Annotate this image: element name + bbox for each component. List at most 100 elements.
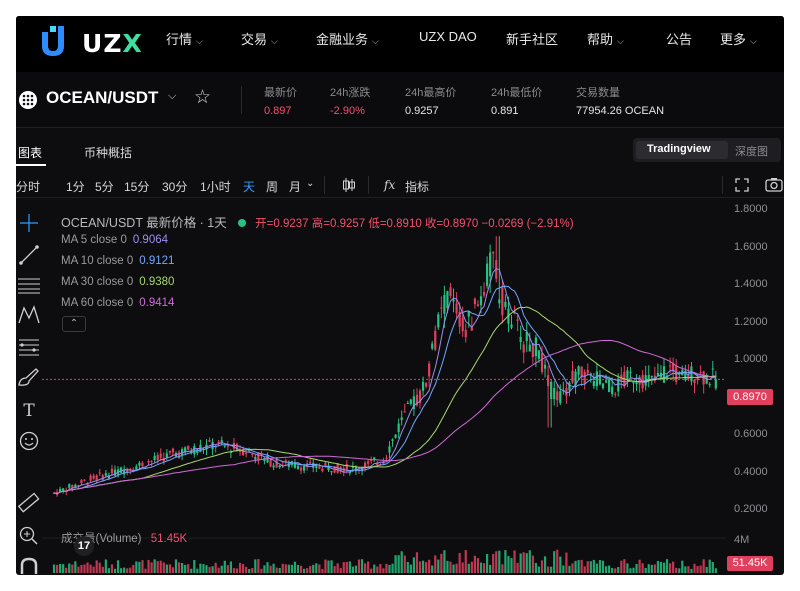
candle-body <box>449 287 452 297</box>
y-axis-tick: 1.2000 <box>734 315 768 328</box>
volume-bar <box>522 552 525 573</box>
candle-body <box>556 391 559 401</box>
candle-body <box>611 386 614 395</box>
volume-bar <box>611 567 614 573</box>
volume-bar <box>397 555 400 573</box>
volume-bar <box>583 566 586 573</box>
candle-body <box>388 446 391 453</box>
volume-bar <box>80 564 83 573</box>
volume-bar <box>193 559 196 573</box>
candle-body <box>595 371 598 387</box>
candle-body <box>553 387 556 400</box>
volume-bar <box>418 561 422 573</box>
nav-item-0[interactable]: 行情 ⌵ <box>166 29 203 48</box>
volume-bar <box>595 563 598 573</box>
candle-body <box>296 465 300 470</box>
current-price-tag: 0.8970 <box>727 389 773 405</box>
interval-button-0[interactable]: 分时 <box>16 178 40 195</box>
volume-bar <box>315 563 318 573</box>
tab-coin-overview[interactable]: 币种概括 <box>84 144 132 161</box>
volume-bar <box>367 561 370 573</box>
candle-body <box>147 461 150 463</box>
nav-item-5[interactable]: 帮助 ⌵ <box>587 29 624 48</box>
nav-item-label: 行情 <box>166 32 193 47</box>
candle-body <box>428 363 431 377</box>
ma-10-line <box>53 285 716 495</box>
nav-item-6[interactable]: 公告 <box>666 29 692 48</box>
fullscreen-icon[interactable] <box>735 178 749 192</box>
candle-body <box>601 383 605 389</box>
candle-body <box>504 301 507 308</box>
candle-body <box>223 445 226 447</box>
candle-body <box>71 484 74 488</box>
nav-item-4[interactable]: 新手社区 <box>506 29 558 48</box>
volume-bar <box>498 550 501 573</box>
candle-body <box>181 449 184 455</box>
nav-item-1[interactable]: 交易 ⌵ <box>241 29 278 48</box>
ma-legend-0: MA 5 close 0 0.9064 <box>61 234 168 246</box>
interval-button-6[interactable]: 天 <box>243 178 255 195</box>
stat-label: 24h涨跌 <box>330 87 371 99</box>
volume-bar <box>238 562 242 573</box>
collapse-legend-chevron-up-icon[interactable]: ⌃ <box>62 316 86 332</box>
tab-chart[interactable]: 图表 <box>18 144 42 161</box>
stat-value: 77954.26 OCEAN <box>576 105 665 117</box>
stat-label: 24h最低价 <box>491 87 543 99</box>
volume-bar <box>641 563 644 573</box>
pair-dropdown-chevron-icon[interactable]: ⌵ <box>168 90 176 103</box>
fx-icon[interactable]: fx <box>384 178 395 192</box>
nav-item-3[interactable]: UZX DAO <box>419 29 477 44</box>
interval-button-8[interactable]: 月 <box>289 178 301 195</box>
ticker-stat-2: 24h最高价 0.9257 <box>405 84 456 117</box>
candle-body <box>604 380 608 383</box>
volume-bar <box>678 568 681 573</box>
interval-dropdown-chevron-icon[interactable]: ⌄ <box>306 178 314 189</box>
candle-body <box>592 381 595 387</box>
volume-bar <box>669 563 672 573</box>
volume-bar <box>711 562 714 573</box>
ticker-stat-0: 最新价 0.897 <box>264 84 297 117</box>
interval-button-4[interactable]: 30分 <box>162 178 187 195</box>
interval-button-3[interactable]: 15分 <box>124 178 149 195</box>
volume-bar <box>199 563 202 573</box>
pair-name[interactable]: OCEAN/USDT <box>46 88 158 108</box>
candle-body <box>193 446 196 455</box>
interval-button-7[interactable]: 周 <box>266 178 278 195</box>
volume-bar <box>473 555 476 573</box>
volume-bar <box>177 562 181 573</box>
uzx-logo[interactable]: UZX <box>38 24 142 62</box>
nav-item-2[interactable]: 金融业务 ⌵ <box>316 29 379 48</box>
view-toggle: Tradingview 深度图 <box>633 138 781 162</box>
volume-bar <box>306 568 309 573</box>
nav-item-7[interactable]: 更多 ⌵ <box>720 29 757 48</box>
volume-bar <box>107 568 110 573</box>
candle-body <box>501 286 504 316</box>
candle-body <box>693 379 696 383</box>
tradingview-toggle[interactable]: Tradingview <box>647 143 711 155</box>
volume-bar <box>458 552 461 573</box>
volume-bar <box>150 562 153 573</box>
volume-bar <box>321 568 324 573</box>
candle-style-icon[interactable] <box>342 177 356 193</box>
candle-body <box>397 423 400 433</box>
volume-bar <box>373 564 376 573</box>
favorite-star-icon[interactable]: ☆ <box>194 86 211 109</box>
candle-body <box>245 453 248 455</box>
chart-title: OCEAN/USDT 最新价格 · 1天 <box>61 216 227 230</box>
volume-bar <box>144 568 147 573</box>
depth-chart-toggle[interactable]: 深度图 <box>735 143 768 159</box>
candle-body <box>394 434 397 438</box>
camera-snapshot-icon[interactable] <box>765 177 783 192</box>
volume-bar <box>272 563 275 573</box>
chevron-down-icon: ⌵ <box>750 36 757 46</box>
nav-item-label: 帮助 <box>587 32 614 47</box>
y-axis-tick: 1.4000 <box>734 278 768 290</box>
chart-title-legend: OCEAN/USDT 最新价格 · 1天 开=0.9237 高=0.9257 低… <box>61 212 574 231</box>
interval-button-5[interactable]: 1小时 <box>200 178 231 195</box>
interval-button-1[interactable]: 1分 <box>66 178 85 195</box>
indicators-button[interactable]: 指标 <box>405 178 429 195</box>
interval-button-2[interactable]: 5分 <box>95 178 114 195</box>
volume-bar <box>59 564 62 573</box>
volume-bar <box>245 566 248 573</box>
volume-bar <box>562 565 565 573</box>
